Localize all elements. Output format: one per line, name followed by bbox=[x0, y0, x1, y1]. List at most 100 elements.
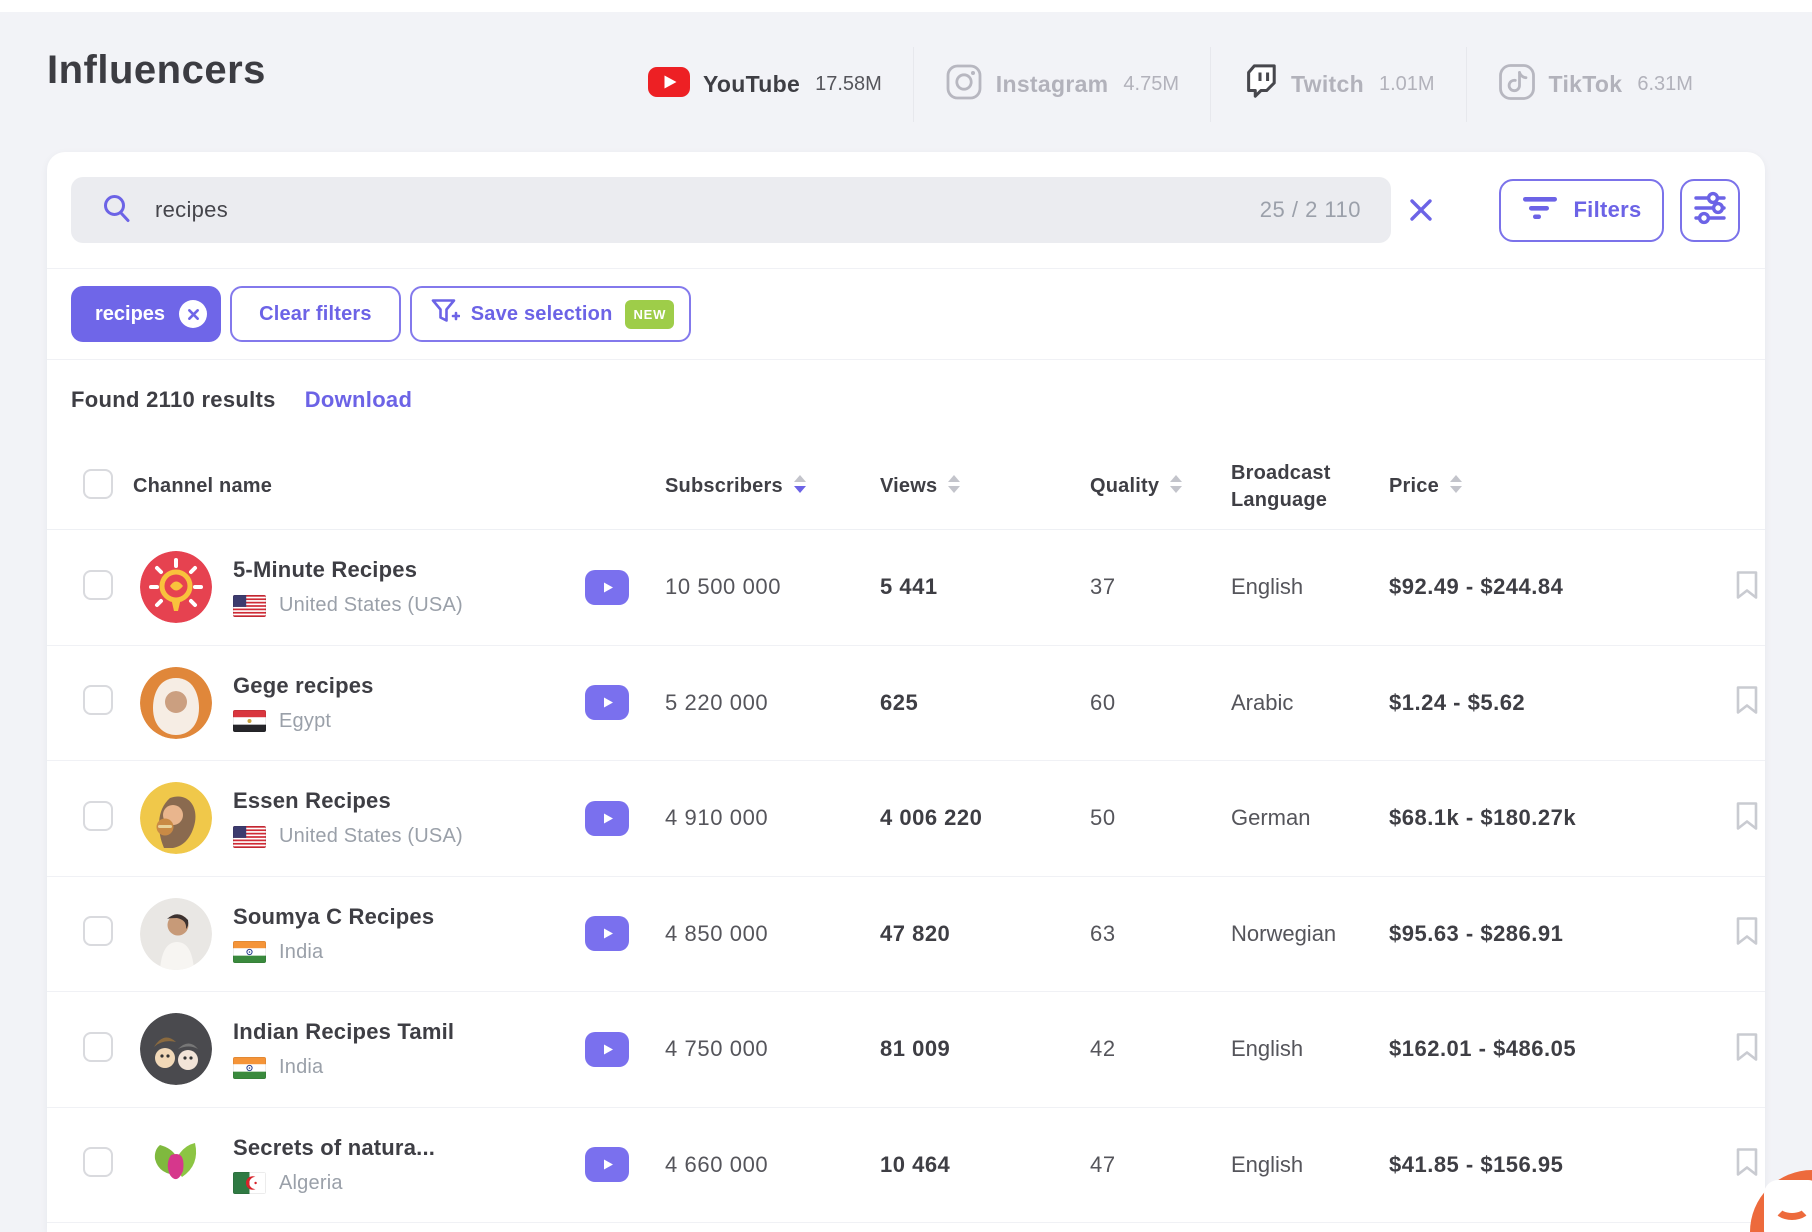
tab-twitch[interactable]: Twitch 1.01M bbox=[1210, 46, 1466, 122]
tiktok-icon bbox=[1498, 63, 1536, 106]
bookmark-icon[interactable] bbox=[1735, 916, 1759, 951]
table-header: Channel name Subscribers Views Quality B… bbox=[47, 444, 1765, 530]
tab-instagram[interactable]: Instagram 4.75M bbox=[912, 46, 1210, 122]
save-selection-button[interactable]: Save selection NEW bbox=[409, 286, 692, 342]
twitch-icon bbox=[1242, 63, 1278, 106]
table-row: Soumya C Recipes India 4 850 000 47 820 … bbox=[47, 877, 1765, 992]
quality-value: 37 bbox=[1090, 574, 1116, 600]
table-row: Indian Recipes Tamil India 4 750 000 81 … bbox=[47, 992, 1765, 1108]
youtube-play-button[interactable] bbox=[585, 916, 629, 952]
youtube-play-button[interactable] bbox=[585, 1031, 629, 1067]
tab-label: YouTube bbox=[703, 70, 801, 97]
row-checkbox[interactable] bbox=[83, 685, 113, 716]
save-selection-label: Save selection bbox=[470, 302, 613, 325]
channel-name[interactable]: Essen Recipes bbox=[233, 788, 585, 814]
filter-chip-recipes[interactable]: recipes bbox=[71, 286, 222, 342]
price-value: $1.24 - $5.62 bbox=[1389, 689, 1526, 715]
bookmark-icon[interactable] bbox=[1735, 570, 1759, 605]
download-link[interactable]: Download bbox=[305, 387, 413, 413]
table-row: Gege recipes Egypt 5 220 000 625 60 Arab… bbox=[47, 646, 1765, 761]
price-value: $95.63 - $286.91 bbox=[1389, 920, 1564, 946]
column-subscribers[interactable]: Subscribers bbox=[665, 474, 880, 500]
row-checkbox[interactable] bbox=[83, 1147, 113, 1178]
row-checkbox[interactable] bbox=[83, 916, 113, 947]
views-value: 81 009 bbox=[880, 1036, 951, 1062]
sort-icon bbox=[947, 474, 961, 500]
chat-bubble-icon bbox=[1764, 1180, 1812, 1232]
clear-filters-label: Clear filters bbox=[259, 302, 372, 325]
views-value: 625 bbox=[880, 689, 919, 715]
tab-count: 4.75M bbox=[1123, 72, 1180, 95]
bookmark-icon[interactable] bbox=[1735, 801, 1759, 836]
sliders-icon bbox=[1692, 190, 1728, 231]
country-flag-icon bbox=[233, 825, 266, 848]
tab-tiktok[interactable]: TikTok 6.31M bbox=[1465, 46, 1724, 122]
advanced-settings-button[interactable] bbox=[1680, 178, 1740, 242]
search-counter: 25 / 2 110 bbox=[1259, 197, 1361, 222]
tab-count: 6.31M bbox=[1637, 72, 1693, 95]
select-all-checkbox[interactable] bbox=[83, 469, 113, 499]
youtube-icon bbox=[648, 66, 690, 102]
views-value: 4 006 220 bbox=[880, 805, 983, 831]
top-strip bbox=[0, 0, 1812, 12]
sort-icon bbox=[1169, 474, 1183, 500]
new-badge: NEW bbox=[625, 299, 675, 329]
quality-value: 47 bbox=[1090, 1151, 1116, 1177]
views-value: 10 464 bbox=[880, 1151, 951, 1177]
subscribers-value: 4 660 000 bbox=[665, 1151, 769, 1177]
clear-search-button[interactable] bbox=[1399, 188, 1443, 232]
column-price[interactable]: Price bbox=[1389, 474, 1735, 500]
channel-avatar bbox=[140, 897, 212, 970]
language-value: Norwegian bbox=[1231, 920, 1337, 946]
channel-name[interactable]: 5-Minute Recipes bbox=[233, 557, 585, 583]
quality-value: 60 bbox=[1090, 689, 1116, 715]
country-label: Algeria bbox=[279, 1171, 343, 1194]
chip-label: recipes bbox=[95, 302, 166, 325]
views-value: 5 441 bbox=[880, 574, 938, 600]
row-checkbox[interactable] bbox=[83, 800, 113, 831]
remove-chip-icon[interactable] bbox=[179, 300, 208, 328]
sort-icon-subscribers-desc bbox=[793, 474, 807, 500]
bookmark-icon[interactable] bbox=[1735, 685, 1759, 720]
sort-icon bbox=[1449, 474, 1463, 500]
price-value: $41.85 - $156.95 bbox=[1389, 1151, 1564, 1177]
price-value: $162.01 - $486.05 bbox=[1389, 1036, 1577, 1062]
views-value: 47 820 bbox=[880, 920, 951, 946]
column-label: Subscribers bbox=[665, 475, 783, 497]
country-flag-icon bbox=[233, 1056, 266, 1079]
subscribers-value: 4 850 000 bbox=[665, 920, 769, 946]
column-quality[interactable]: Quality bbox=[1090, 474, 1231, 500]
youtube-play-button[interactable] bbox=[585, 569, 629, 605]
bookmark-icon[interactable] bbox=[1735, 1032, 1759, 1067]
channel-name[interactable]: Secrets of natura... bbox=[233, 1135, 585, 1161]
subscribers-value: 5 220 000 bbox=[665, 689, 769, 715]
row-checkbox[interactable] bbox=[83, 1031, 113, 1062]
active-filters-section: recipes Clear filters Save selection NEW bbox=[47, 269, 1765, 360]
tab-label: TikTok bbox=[1548, 70, 1623, 97]
channel-name[interactable]: Indian Recipes Tamil bbox=[233, 1019, 585, 1045]
instagram-icon bbox=[945, 63, 983, 106]
country-label: United States (USA) bbox=[279, 594, 463, 617]
channel-name[interactable]: Gege recipes bbox=[233, 673, 585, 699]
channel-name[interactable]: Soumya C Recipes bbox=[233, 904, 585, 930]
country-label: India bbox=[279, 1056, 324, 1079]
quality-value: 63 bbox=[1090, 920, 1116, 946]
row-checkbox[interactable] bbox=[83, 569, 113, 600]
search-input[interactable]: recipes 25 / 2 110 bbox=[71, 177, 1391, 243]
filters-button[interactable]: Filters bbox=[1499, 178, 1664, 242]
channel-avatar bbox=[140, 666, 212, 739]
column-views[interactable]: Views bbox=[880, 474, 1090, 500]
results-summary-section: Found 2110 results Download bbox=[47, 360, 1765, 444]
youtube-play-button[interactable] bbox=[585, 685, 629, 721]
clear-filters-button[interactable]: Clear filters bbox=[230, 286, 401, 342]
youtube-play-button[interactable] bbox=[585, 800, 629, 836]
bookmark-icon[interactable] bbox=[1735, 1147, 1759, 1182]
country-label: Egypt bbox=[279, 709, 332, 732]
price-value: $92.49 - $244.84 bbox=[1389, 574, 1564, 600]
youtube-play-button[interactable] bbox=[585, 1147, 629, 1183]
language-value: English bbox=[1231, 1151, 1304, 1177]
tab-youtube[interactable]: YouTube 17.58M bbox=[648, 51, 913, 118]
column-label: Quality bbox=[1090, 475, 1160, 497]
platform-tabs: YouTube 17.58M Instagram 4.75M Twitch 1.… bbox=[648, 42, 1724, 126]
country-flag-icon bbox=[233, 594, 266, 617]
